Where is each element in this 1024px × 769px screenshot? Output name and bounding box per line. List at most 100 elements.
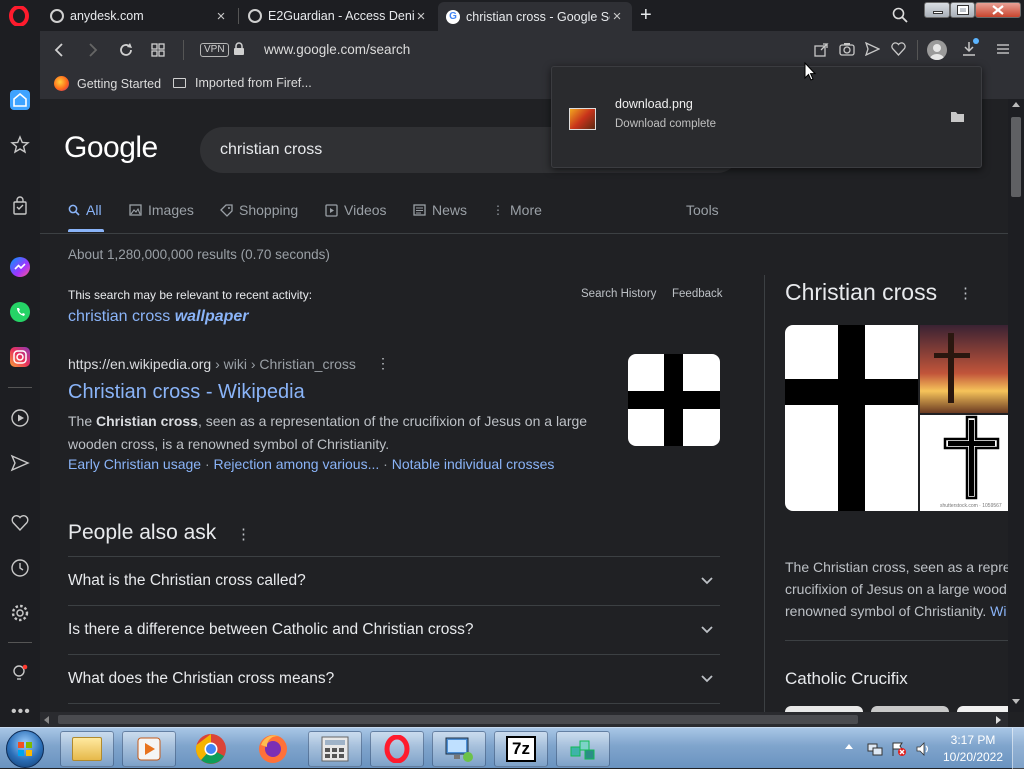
close-window-button[interactable] <box>975 2 1021 18</box>
clock-date[interactable]: 10/20/2022 <box>938 750 1008 764</box>
tab-shopping[interactable]: Shopping <box>220 202 298 218</box>
download-file-name[interactable]: download.png <box>615 97 693 111</box>
tab-videos[interactable]: Videos <box>325 202 387 218</box>
taskbar-remote-desktop[interactable] <box>432 731 486 767</box>
vpn-badge[interactable]: VPN <box>200 43 229 57</box>
maximize-button[interactable] <box>950 2 975 18</box>
instagram-icon[interactable] <box>10 347 30 367</box>
taskbar-chrome[interactable] <box>184 731 238 767</box>
lightbulb-tips-icon[interactable] <box>10 663 30 683</box>
related-search-suggestion[interactable]: christian cross wallpaper <box>68 308 249 326</box>
home-icon[interactable] <box>10 90 30 110</box>
whatsapp-icon[interactable] <box>10 302 30 322</box>
opera-logo-icon[interactable] <box>9 6 29 26</box>
tab-label: More <box>510 202 542 218</box>
google-logo[interactable]: Google <box>64 131 158 165</box>
search-query[interactable]: christian cross <box>220 141 322 158</box>
paa-question[interactable]: What is the Christian cross called? <box>68 556 720 605</box>
back-icon[interactable] <box>52 42 66 58</box>
download-file-thumbnail[interactable] <box>569 108 596 130</box>
taskbar-firefox[interactable] <box>246 731 300 767</box>
reload-icon[interactable] <box>118 42 134 58</box>
tab-all[interactable]: All <box>68 202 102 218</box>
close-tab-icon[interactable]: × <box>414 8 428 25</box>
bookmark-getting-started[interactable]: Getting Started <box>54 76 161 91</box>
snippet-text: The <box>68 413 97 429</box>
paa-question[interactable]: What does the Christian cross means? <box>68 654 720 703</box>
send-flow-icon[interactable] <box>10 453 30 473</box>
scroll-up-arrow[interactable] <box>1012 102 1020 107</box>
scroll-right-arrow[interactable] <box>996 716 1001 724</box>
sitelink[interactable]: Early Christian usage <box>68 456 201 472</box>
star-icon[interactable] <box>10 135 30 155</box>
kp-image-sunset-cross[interactable] <box>920 325 1008 413</box>
close-tab-icon[interactable]: × <box>610 8 624 25</box>
tab-google-search[interactable]: G christian cross - Google Search × <box>438 2 632 31</box>
taskbar-explorer[interactable] <box>60 731 114 767</box>
show-in-folder-icon[interactable] <box>950 110 965 123</box>
settings-gear-icon[interactable] <box>10 603 30 623</box>
taskbar-media-player[interactable] <box>122 731 176 767</box>
scroll-left-arrow[interactable] <box>44 716 49 724</box>
bookmark-imported-folder[interactable]: Imported from Firef... <box>173 76 312 90</box>
7zip-icon: 7z <box>506 736 536 762</box>
new-tab-button[interactable]: + <box>640 4 652 27</box>
easy-setup-menu-icon[interactable] <box>996 43 1010 55</box>
kp-image-main[interactable] <box>785 325 918 511</box>
show-desktop-button[interactable] <box>1012 728 1024 769</box>
paa-question[interactable]: Is there a difference between Catholic a… <box>68 605 720 654</box>
messenger-icon[interactable] <box>10 257 30 277</box>
kp-wikipedia-link[interactable]: Wi <box>990 603 1006 619</box>
close-tab-icon[interactable]: × <box>214 8 228 25</box>
result-thumbnail[interactable] <box>628 354 720 446</box>
tab-grid-icon[interactable] <box>151 43 165 57</box>
share-icon[interactable] <box>814 42 829 57</box>
kp-image-outline-cross[interactable]: shutterstock.com · 1059567 <box>920 415 1008 511</box>
scrollbar-thumb[interactable] <box>1011 117 1021 197</box>
kp-more-options-icon[interactable]: ⋮ <box>958 284 973 302</box>
scroll-down-arrow[interactable] <box>1012 699 1020 704</box>
heart-icon[interactable] <box>10 513 30 533</box>
result-cite: https://en.wikipedia.org › wiki › Christ… <box>68 356 356 372</box>
snapshot-camera-icon[interactable] <box>839 42 855 56</box>
show-hidden-icons-arrow[interactable] <box>845 744 853 749</box>
url-field[interactable]: www.google.com/search <box>264 42 410 57</box>
result-more-options-icon[interactable]: ⋮ <box>376 355 390 372</box>
history-clock-icon[interactable] <box>10 558 30 578</box>
forward-icon[interactable] <box>86 42 100 58</box>
result-title-link[interactable]: Christian cross - Wikipedia <box>68 381 305 404</box>
kp-section-heading: Catholic Crucifix <box>785 669 908 688</box>
feedback-link[interactable]: Feedback <box>672 288 723 300</box>
tab-news[interactable]: News <box>413 202 467 218</box>
more-options-icon[interactable]: ••• <box>11 703 31 721</box>
sitelink[interactable]: Notable individual crosses <box>392 456 555 472</box>
tab-more[interactable]: ⋮ More <box>492 202 542 218</box>
horizontal-scrollbar[interactable] <box>40 712 1008 727</box>
taskbar-calculator[interactable] <box>308 731 362 767</box>
action-center-flag-icon[interactable] <box>891 741 907 757</box>
network-tray-icon[interactable] <box>867 741 883 757</box>
scrollbar-thumb[interactable] <box>58 715 858 724</box>
shopping-bag-icon[interactable] <box>10 196 30 216</box>
heart-icon[interactable] <box>891 42 906 56</box>
tab-search-icon[interactable] <box>892 7 908 23</box>
start-button[interactable] <box>6 730 44 768</box>
tab-anydesk[interactable]: anydesk.com × <box>42 3 236 29</box>
tab-images[interactable]: Images <box>129 202 194 218</box>
player-icon[interactable] <box>10 408 30 428</box>
taskbar-network-tool[interactable] <box>556 731 610 767</box>
taskbar-7zip[interactable]: 7z <box>494 731 548 767</box>
clock-time[interactable]: 3:17 PM <box>938 733 1008 747</box>
download-icon[interactable] <box>961 38 979 57</box>
send-icon[interactable] <box>865 42 880 56</box>
profile-avatar[interactable] <box>927 40 947 60</box>
volume-icon[interactable] <box>915 741 931 757</box>
search-history-link[interactable]: Search History <box>581 288 656 300</box>
tab-e2guardian[interactable]: E2Guardian - Access Denied × <box>240 3 436 29</box>
sitelink[interactable]: Rejection among various... <box>214 456 380 472</box>
minimize-button[interactable] <box>924 2 950 18</box>
taskbar-opera[interactable] <box>370 731 424 767</box>
vertical-scrollbar[interactable] <box>1008 99 1024 712</box>
tools-button[interactable]: Tools <box>686 202 719 218</box>
paa-more-options-icon[interactable]: ⋮ <box>236 525 251 543</box>
